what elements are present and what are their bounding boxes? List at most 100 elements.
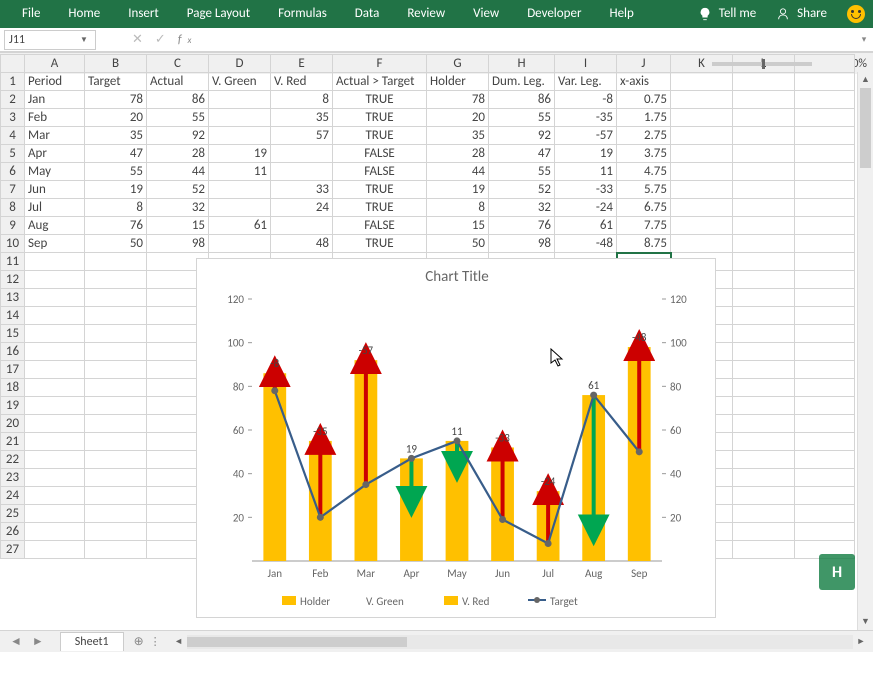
cell[interactable] (733, 523, 795, 541)
cell[interactable] (271, 163, 333, 181)
cell[interactable]: 5.75 (617, 181, 671, 199)
cell[interactable] (733, 91, 795, 109)
cell[interactable]: 76 (489, 217, 555, 235)
cell[interactable]: 8 (85, 199, 147, 217)
cell[interactable] (733, 217, 795, 235)
cell[interactable]: Feb (25, 109, 85, 127)
scroll-right-icon[interactable]: ► (853, 636, 869, 647)
cell[interactable] (733, 379, 795, 397)
row-header-23[interactable]: 23 (1, 469, 25, 487)
cell[interactable] (25, 253, 85, 271)
cell[interactable]: Apr (25, 145, 85, 163)
row-header-14[interactable]: 14 (1, 307, 25, 325)
cell[interactable]: 61 (209, 217, 271, 235)
row-header-7[interactable]: 7 (1, 181, 25, 199)
cell[interactable]: 98 (147, 235, 209, 253)
cell[interactable]: FALSE (333, 163, 427, 181)
cell[interactable] (25, 505, 85, 523)
cell[interactable]: 2.75 (617, 127, 671, 145)
cell[interactable] (25, 487, 85, 505)
cell[interactable]: 33 (271, 181, 333, 199)
cell[interactable] (85, 325, 147, 343)
cell[interactable]: TRUE (333, 109, 427, 127)
cell[interactable]: 19 (555, 145, 617, 163)
tab-nav-next-icon[interactable]: ► (32, 634, 44, 649)
col-header-H[interactable]: H (489, 55, 555, 73)
cell[interactable] (85, 523, 147, 541)
cell[interactable]: 19 (427, 181, 489, 199)
cell[interactable]: 92 (147, 127, 209, 145)
cell[interactable] (733, 145, 795, 163)
cell[interactable] (733, 433, 795, 451)
cell[interactable] (25, 451, 85, 469)
cell[interactable]: -48 (555, 235, 617, 253)
cell[interactable]: Actual > Target (333, 73, 427, 91)
cell[interactable] (733, 397, 795, 415)
row-header-21[interactable]: 21 (1, 433, 25, 451)
cell[interactable]: 1.75 (617, 109, 671, 127)
cell[interactable] (25, 415, 85, 433)
cell[interactable] (25, 397, 85, 415)
cell[interactable] (733, 307, 795, 325)
cell[interactable] (85, 487, 147, 505)
cell[interactable]: FALSE (333, 217, 427, 235)
cell[interactable]: Jun (25, 181, 85, 199)
cell[interactable] (209, 235, 271, 253)
col-header-I[interactable]: I (555, 55, 617, 73)
cell[interactable] (733, 235, 795, 253)
cell[interactable]: 32 (147, 199, 209, 217)
cell[interactable] (733, 361, 795, 379)
cell[interactable] (733, 109, 795, 127)
cell[interactable] (85, 505, 147, 523)
row-header-26[interactable]: 26 (1, 523, 25, 541)
tab-scroll-splitter[interactable]: ⋮ (144, 635, 167, 648)
cell[interactable] (733, 415, 795, 433)
cell[interactable]: 98 (489, 235, 555, 253)
cell[interactable]: TRUE (333, 91, 427, 109)
col-header-C[interactable]: C (147, 55, 209, 73)
cell[interactable] (25, 325, 85, 343)
cell[interactable] (671, 109, 733, 127)
row-header-24[interactable]: 24 (1, 487, 25, 505)
cell[interactable]: 8 (271, 91, 333, 109)
ribbon-tab-file[interactable]: File (8, 0, 54, 28)
ribbon-tab-formulas[interactable]: Formulas (264, 0, 341, 28)
cell[interactable] (271, 217, 333, 235)
cell[interactable]: Jul (25, 199, 85, 217)
row-header-5[interactable]: 5 (1, 145, 25, 163)
row-header-9[interactable]: 9 (1, 217, 25, 235)
cell[interactable] (209, 199, 271, 217)
cell[interactable]: Jan (25, 91, 85, 109)
ribbon-tab-data[interactable]: Data (341, 0, 394, 28)
add-sheet-button[interactable]: ⊕ (134, 634, 144, 649)
row-header-11[interactable]: 11 (1, 253, 25, 271)
sheet-tab-active[interactable]: Sheet1 (60, 632, 124, 651)
cell[interactable] (733, 163, 795, 181)
cell[interactable]: 48 (271, 235, 333, 253)
cell[interactable] (671, 145, 733, 163)
cell[interactable]: 28 (427, 145, 489, 163)
cell[interactable]: TRUE (333, 181, 427, 199)
cell[interactable]: 6.75 (617, 199, 671, 217)
cell[interactable]: 15 (427, 217, 489, 235)
cell[interactable] (85, 451, 147, 469)
cell[interactable] (671, 127, 733, 145)
scroll-thumb-horizontal[interactable] (187, 637, 407, 647)
cell[interactable]: Var. Leg. (555, 73, 617, 91)
cell[interactable]: 11 (555, 163, 617, 181)
cell[interactable]: Mar (25, 127, 85, 145)
cell[interactable] (671, 199, 733, 217)
cell[interactable]: Target (85, 73, 147, 91)
cell[interactable]: 19 (209, 145, 271, 163)
ribbon-tab-review[interactable]: Review (393, 0, 459, 28)
row-header-8[interactable]: 8 (1, 199, 25, 217)
cell[interactable] (733, 451, 795, 469)
cell[interactable] (25, 433, 85, 451)
cell[interactable]: 50 (85, 235, 147, 253)
cell[interactable] (671, 91, 733, 109)
col-header-E[interactable]: E (271, 55, 333, 73)
cell[interactable]: 4.75 (617, 163, 671, 181)
cell[interactable] (671, 163, 733, 181)
cell[interactable] (25, 541, 85, 559)
cell[interactable]: 86 (147, 91, 209, 109)
